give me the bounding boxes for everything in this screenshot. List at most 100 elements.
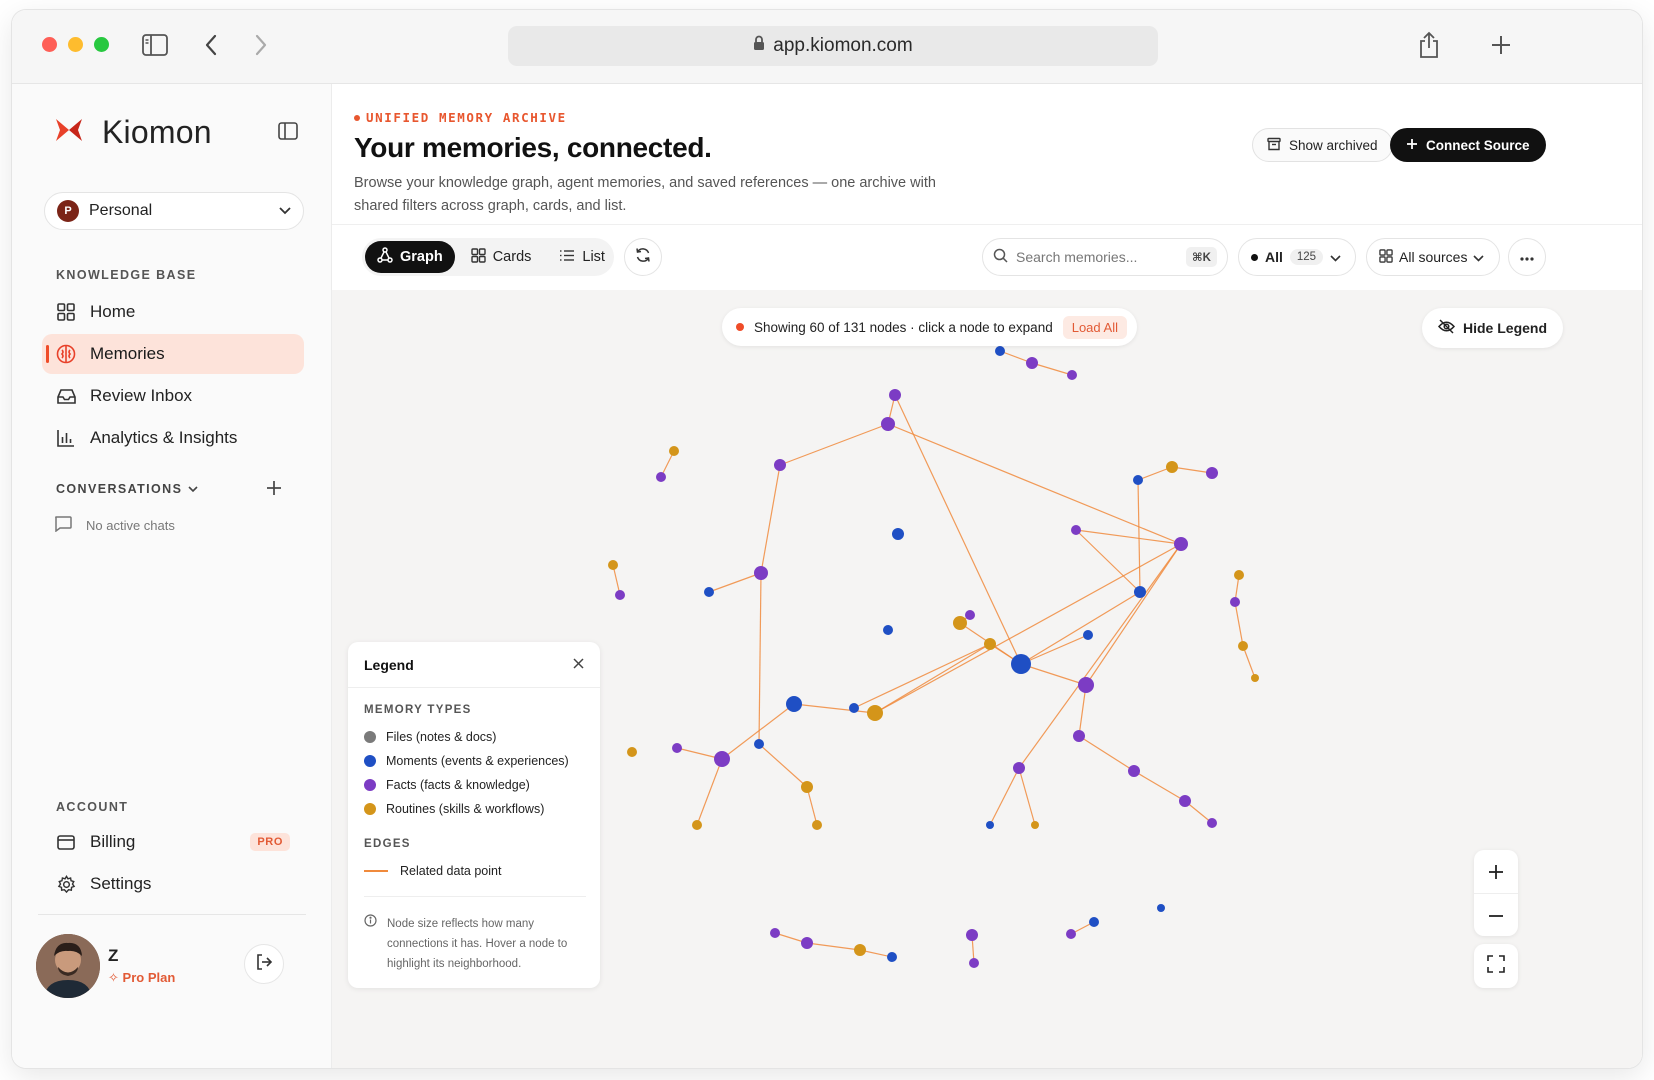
graph-node[interactable] — [1026, 357, 1038, 369]
view-list-button[interactable]: List — [547, 241, 617, 273]
graph-node[interactable] — [704, 587, 714, 597]
graph-node[interactable] — [966, 929, 978, 941]
sidebar-toggle-icon[interactable] — [140, 30, 170, 60]
zoom-window-button[interactable] — [94, 37, 109, 52]
graph-node[interactable] — [812, 820, 822, 830]
url-bar[interactable]: app.kiomon.com — [508, 26, 1158, 66]
sidebar-item-review-inbox[interactable]: Review Inbox — [42, 376, 304, 416]
graph-node[interactable] — [986, 821, 994, 829]
refresh-button[interactable] — [624, 238, 662, 276]
graph-node[interactable] — [849, 703, 859, 713]
user-profile[interactable]: Z ✧ Pro Plan — [36, 934, 175, 998]
graph-node[interactable] — [608, 560, 618, 570]
graph-node[interactable] — [754, 566, 768, 580]
graph-node[interactable] — [887, 952, 897, 962]
graph-node[interactable] — [669, 446, 679, 456]
graph-node[interactable] — [754, 739, 764, 749]
connect-source-button[interactable]: Connect Source — [1390, 128, 1546, 162]
graph-node[interactable] — [889, 389, 901, 401]
fit-view-button[interactable] — [1474, 944, 1518, 988]
graph-node[interactable] — [1134, 586, 1146, 598]
graph-node[interactable] — [656, 472, 666, 482]
graph-node[interactable] — [1179, 795, 1191, 807]
graph-node[interactable] — [854, 944, 866, 956]
graph-node[interactable] — [1011, 654, 1031, 674]
sidebar-item-billing[interactable]: Billing PRO — [42, 822, 304, 862]
graph-canvas[interactable]: Showing 60 of 131 nodes · click a node t… — [332, 290, 1642, 1068]
graph-node[interactable] — [1157, 904, 1165, 912]
forward-icon[interactable] — [246, 30, 276, 60]
graph-node[interactable] — [714, 751, 730, 767]
graph-node[interactable] — [867, 705, 883, 721]
conversations-header[interactable]: CONVERSATIONS — [56, 482, 198, 496]
graph-node[interactable] — [1207, 818, 1217, 828]
graph-node[interactable] — [1174, 537, 1188, 551]
graph-node[interactable] — [1206, 467, 1218, 479]
back-icon[interactable] — [196, 30, 226, 60]
graph-node[interactable] — [774, 459, 786, 471]
zoom-in-button[interactable] — [1474, 850, 1518, 893]
graph-node[interactable] — [1089, 917, 1099, 927]
graph-node[interactable] — [1083, 630, 1093, 640]
collapse-sidebar-icon[interactable] — [278, 122, 298, 145]
view-cards-button[interactable]: Cards — [459, 241, 544, 273]
new-conversation-button[interactable] — [266, 476, 282, 502]
search-input[interactable]: Search memories... ⌘K — [982, 238, 1228, 276]
graph-node[interactable] — [627, 747, 637, 757]
graph-node[interactable] — [1067, 370, 1077, 380]
graph-node[interactable] — [881, 417, 895, 431]
workspace-selector[interactable]: P Personal — [44, 192, 304, 230]
hide-legend-label: Hide Legend — [1463, 320, 1548, 336]
fullscreen-icon — [1487, 954, 1505, 978]
graph-node[interactable] — [801, 937, 813, 949]
graph-node[interactable] — [1238, 641, 1248, 651]
graph-node[interactable] — [1078, 677, 1094, 693]
view-graph-button[interactable]: Graph — [365, 241, 455, 273]
load-all-button[interactable]: Load All — [1062, 315, 1127, 339]
graph-node[interactable] — [672, 743, 682, 753]
graph-node[interactable] — [1013, 762, 1025, 774]
graph-node[interactable] — [1230, 597, 1240, 607]
show-archived-button[interactable]: Show archived — [1252, 128, 1393, 162]
close-icon[interactable] — [573, 656, 584, 674]
share-icon[interactable] — [1414, 30, 1444, 60]
more-options-button[interactable] — [1508, 238, 1546, 276]
close-window-button[interactable] — [42, 37, 57, 52]
graph-node[interactable] — [1128, 765, 1140, 777]
sidebar-item-memories[interactable]: Memories — [42, 334, 304, 374]
graph-node[interactable] — [1031, 821, 1039, 829]
graph-node[interactable] — [1166, 461, 1178, 473]
graph-edge — [1234, 601, 1244, 647]
graph-node[interactable] — [969, 958, 979, 968]
sidebar-item-settings[interactable]: Settings — [42, 864, 304, 904]
graph-node[interactable] — [995, 346, 1005, 356]
graph-node[interactable] — [1133, 475, 1143, 485]
graph-node[interactable] — [1071, 525, 1081, 535]
graph-node[interactable] — [692, 820, 702, 830]
sources-filter-dropdown[interactable]: All sources — [1366, 238, 1500, 276]
graph-node[interactable] — [883, 625, 893, 635]
brand[interactable]: Kiomon — [54, 114, 212, 151]
sidebar-item-analytics[interactable]: Analytics & Insights — [42, 418, 304, 458]
graph-node[interactable] — [786, 696, 802, 712]
refresh-icon — [635, 247, 651, 268]
graph-node[interactable] — [615, 590, 625, 600]
logout-button[interactable] — [244, 944, 284, 984]
graph-node[interactable] — [1066, 929, 1076, 939]
graph-node[interactable] — [953, 616, 967, 630]
graph-node[interactable] — [892, 528, 904, 540]
graph-node[interactable] — [1073, 730, 1085, 742]
graph-node[interactable] — [965, 610, 975, 620]
zoom-out-button[interactable] — [1474, 894, 1518, 937]
sidebar-item-home[interactable]: Home — [42, 292, 304, 332]
hide-legend-button[interactable]: Hide Legend — [1422, 308, 1564, 348]
graph-node[interactable] — [1234, 570, 1244, 580]
graph-node[interactable] — [770, 928, 780, 938]
type-filter-dropdown[interactable]: All 125 — [1238, 238, 1356, 276]
graph-node[interactable] — [984, 638, 996, 650]
legend-panel: Legend MEMORY TYPES Files (notes & docs)… — [348, 642, 600, 988]
graph-node[interactable] — [1251, 674, 1259, 682]
graph-node[interactable] — [801, 781, 813, 793]
new-tab-icon[interactable] — [1486, 30, 1516, 60]
minimize-window-button[interactable] — [68, 37, 83, 52]
